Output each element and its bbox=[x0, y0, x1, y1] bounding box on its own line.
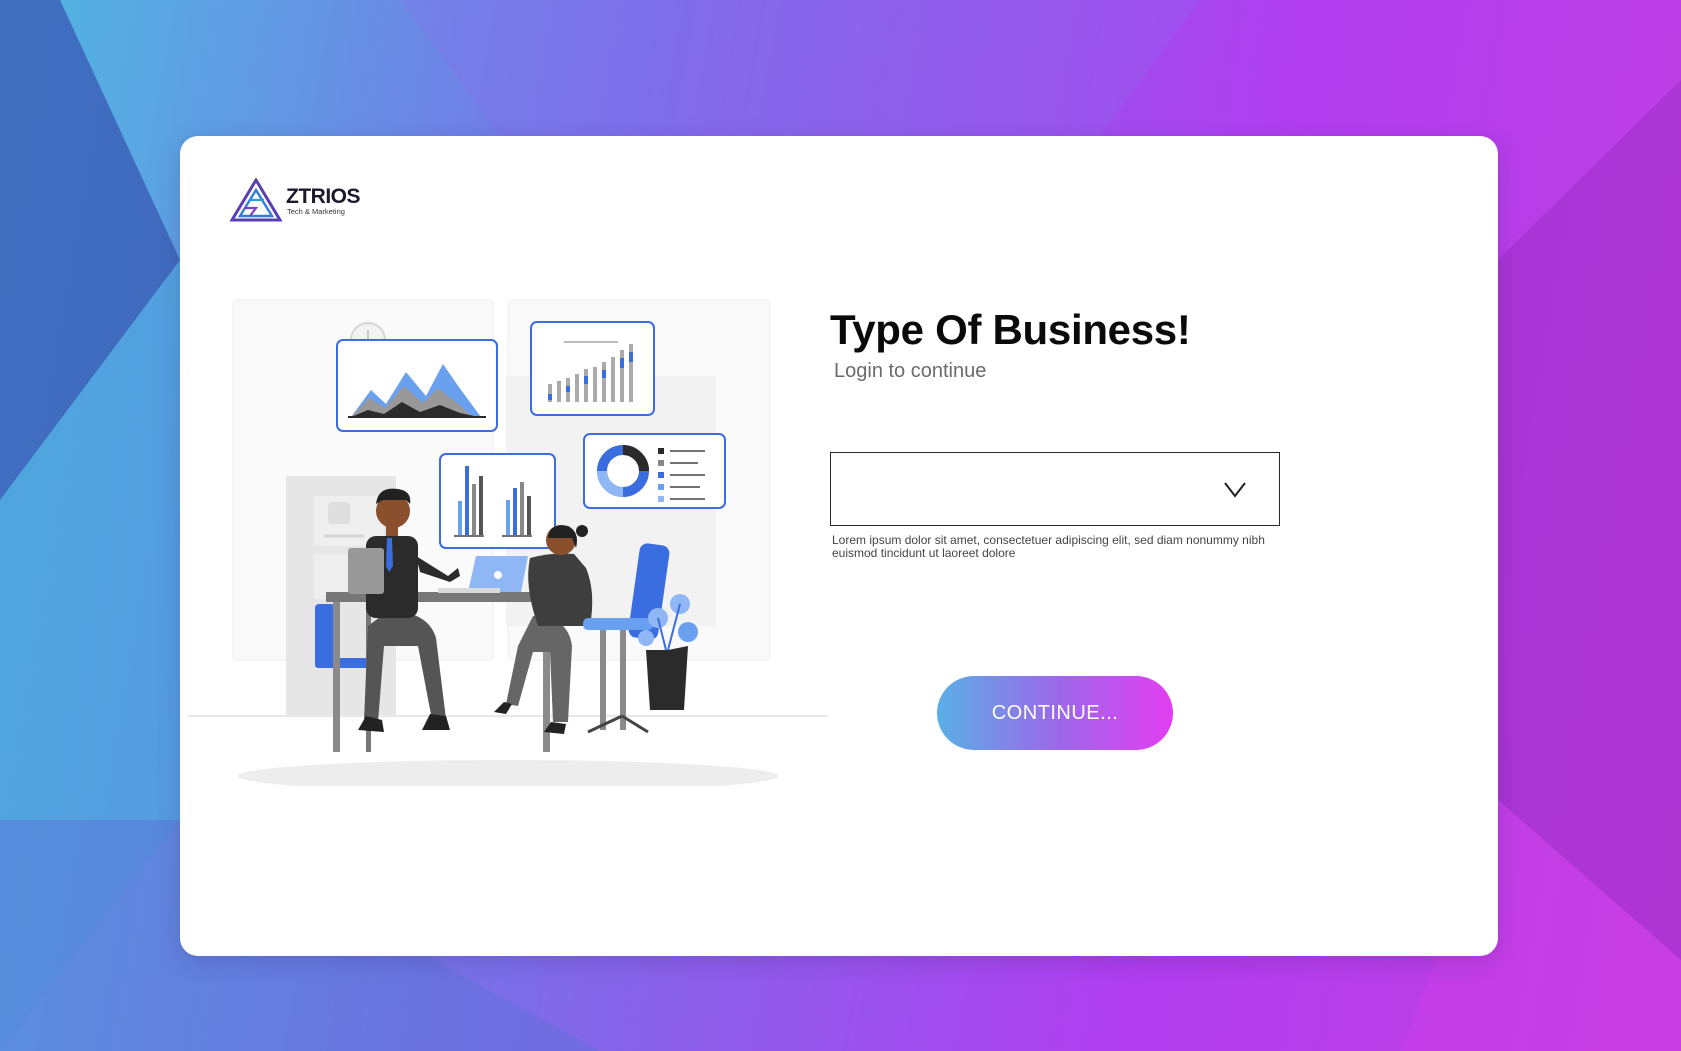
continue-button[interactable]: CONTINUE... bbox=[937, 676, 1173, 750]
business-type-form: Type Of Business! Login to continue Lore… bbox=[830, 306, 1390, 750]
bar-chart-icon bbox=[439, 453, 556, 549]
brand-name: ZTRIOS bbox=[286, 185, 361, 209]
page-subtitle: Login to continue bbox=[834, 360, 987, 382]
brand-tagline: Tech & Marketing bbox=[287, 207, 345, 217]
bar-chart-icon bbox=[530, 321, 655, 416]
business-type-select[interactable] bbox=[830, 452, 1280, 526]
triangle-logo-icon bbox=[230, 178, 282, 222]
donut-chart-icon bbox=[583, 433, 726, 509]
helper-text: Lorem ipsum dolor sit amet, consectetuer… bbox=[832, 533, 1265, 560]
login-card: ZTRIOS Tech & Marketing Type Of Business… bbox=[180, 136, 1498, 956]
business-meeting-illustration bbox=[188, 286, 828, 786]
mountain-chart-icon bbox=[336, 339, 498, 432]
chevron-down-icon bbox=[1224, 482, 1246, 498]
brand-logo: ZTRIOS Tech & Marketing bbox=[230, 178, 361, 222]
page-title: Type Of Business! bbox=[830, 306, 1191, 353]
